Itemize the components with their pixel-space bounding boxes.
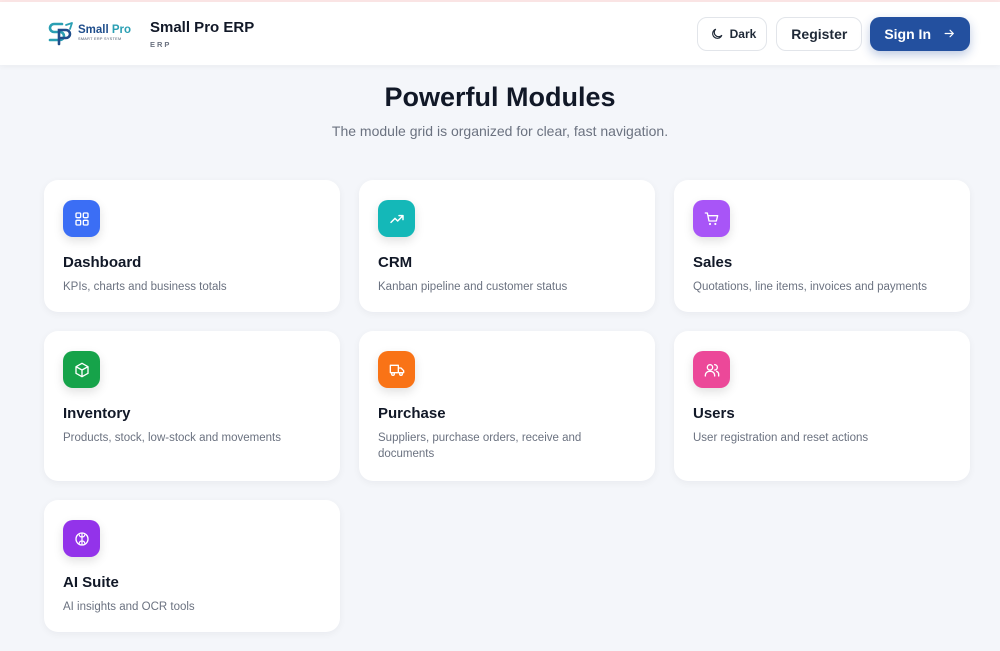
logo-tagline: SMART ERP SYSTEM [78,37,122,42]
module-card-sales[interactable]: Sales Quotations, line items, invoices a… [674,180,970,312]
page-title: Powerful Modules [384,82,616,112]
module-icon-badge [693,351,730,388]
arrow-right-icon [944,29,954,38]
module-title: Sales [693,254,733,271]
module-icon-badge [378,200,415,237]
module-description: KPIs, charts and business totals [63,281,227,293]
brand[interactable]: Small Pro SMART ERP SYSTEM Small Pro ERP… [46,19,254,49]
sign-in-button[interactable]: Sign In [870,16,970,51]
dark-mode-label: Dark [729,26,757,41]
dashboard-icon [74,211,89,226]
logo-text-pro: Pro [111,23,132,36]
module-icon-badge [63,520,100,557]
logo-text: Small [78,23,112,36]
cart-icon [704,211,718,225]
header-actions: Dark Register Sign In [696,16,970,51]
module-icon-badge [63,200,100,237]
module-description: User registration and reset actions [693,432,869,444]
module-title: Inventory [63,405,131,422]
module-icon-badge [693,200,730,237]
module-card-purchase[interactable]: Purchase Suppliers, purchase orders, rec… [359,331,655,481]
module-card-crm[interactable]: CRM Kanban pipeline and customer status [359,180,655,312]
module-description: Quotations, line items, invoices and pay… [693,281,927,293]
module-title: AI Suite [63,574,119,591]
package-icon [74,362,89,377]
moon-icon [711,28,722,39]
module-title: Purchase [378,405,446,422]
module-card-users[interactable]: Users User registration and reset action… [674,331,970,481]
logo: Small Pro SMART ERP SYSTEM [46,19,136,49]
module-icon-badge [378,351,415,388]
truck-icon [389,364,404,376]
module-description: Kanban pipeline and customer status [378,281,568,293]
register-button[interactable]: Register [776,16,863,51]
trending-up-icon [389,214,404,223]
module-description: Suppliers, purchase orders, receive and … [378,432,582,460]
page-subtitle: The module grid is organized for clear, … [331,123,669,139]
brand-subtitle: ERP [150,39,172,49]
sign-in-label: Sign In [884,25,931,42]
module-title: CRM [378,254,413,271]
module-title: Dashboard [63,254,142,271]
brain-icon [74,531,89,546]
module-card-inventory[interactable]: Inventory Products, stock, low-stock and… [44,331,340,481]
module-icon-badge [63,351,100,388]
module-card-ai-suite[interactable]: AI Suite AI insights and OCR tools [44,500,340,632]
logo-icon [48,21,73,45]
module-card-dashboard[interactable]: Dashboard KPIs, charts and business tota… [44,180,340,312]
module-title: Users [693,405,735,422]
dark-mode-toggle[interactable]: Dark [696,16,768,51]
brand-name: Small Pro ERP [150,18,255,36]
users-icon [704,363,719,377]
main-content: Powerful Modules The module grid is orga… [0,65,1000,632]
top-navbar: Small Pro SMART ERP SYSTEM Small Pro ERP… [0,2,1000,65]
module-description: AI insights and OCR tools [63,601,195,613]
module-grid: Dashboard KPIs, charts and business tota… [44,180,1000,632]
module-description: Products, stock, low-stock and movements [63,432,281,444]
